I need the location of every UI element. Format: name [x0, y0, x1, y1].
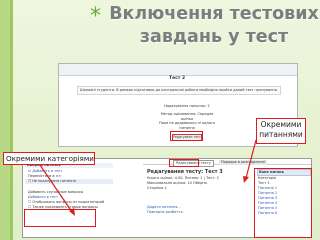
arrow-separate	[245, 139, 257, 179]
label-separate-line2: питаннями	[259, 130, 303, 139]
label-separate-categories: Окремими категоріями	[3, 152, 95, 165]
label-separate-line1: Окремими	[260, 120, 302, 129]
arrowhead-separate	[243, 176, 249, 183]
label-separate-questions: Окремими питаннями	[256, 118, 306, 144]
arrow-categories	[39, 164, 73, 213]
